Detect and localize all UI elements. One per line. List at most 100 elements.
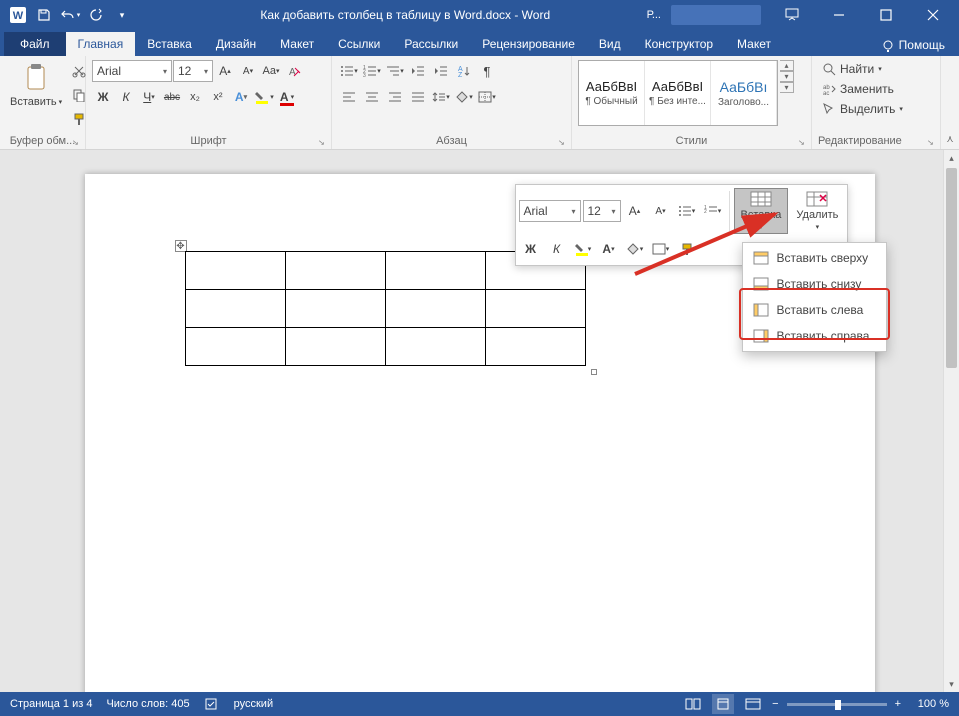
word-app-icon[interactable]: W [6, 3, 30, 27]
borders-icon[interactable]: ▾ [476, 86, 498, 108]
tab-insert[interactable]: Вставка [135, 32, 204, 56]
styles-gallery[interactable]: АаБбВвI¶ Обычный АаБбВвI¶ Без инте... Аа… [578, 60, 778, 126]
minimize-icon[interactable] [816, 0, 861, 30]
style-heading1[interactable]: АаБбВıЗаголово... [711, 61, 777, 125]
tab-references[interactable]: Ссылки [326, 32, 392, 56]
redo-icon[interactable] [84, 3, 108, 27]
tab-file[interactable]: Файл [4, 32, 66, 56]
mini-italic-button[interactable]: К [545, 238, 569, 260]
collapse-ribbon-icon[interactable]: ⋏ [941, 56, 959, 149]
tab-view[interactable]: Вид [587, 32, 633, 56]
tab-layout[interactable]: Макет [268, 32, 326, 56]
zoom-percent[interactable]: 100 % [909, 698, 949, 710]
mini-underline2-icon[interactable]: ▾ [571, 238, 595, 260]
italic-button[interactable]: К [115, 86, 137, 108]
align-center-icon[interactable] [361, 86, 383, 108]
scroll-down-icon[interactable]: ▾ [944, 676, 959, 692]
style-no-spacing[interactable]: АаБбВвI¶ Без инте... [645, 61, 711, 125]
mini-size-combo[interactable]: 12▾ [583, 200, 621, 222]
view-print-icon[interactable] [712, 694, 734, 714]
align-right-icon[interactable] [384, 86, 406, 108]
change-case-icon[interactable]: Aa▾ [260, 60, 282, 82]
superscript-button[interactable]: x² [207, 86, 229, 108]
mini-numbering-icon[interactable]: 12▾ [701, 200, 725, 222]
tab-mailings[interactable]: Рассылки [392, 32, 470, 56]
close-icon[interactable] [910, 0, 955, 30]
find-button[interactable]: Найти▾ [818, 60, 907, 78]
shading-icon[interactable]: ▾ [453, 86, 475, 108]
menu-insert-above[interactable]: Вставить сверху [745, 245, 884, 271]
style-normal[interactable]: АаБбВвI¶ Обычный [579, 61, 645, 125]
save-icon[interactable] [32, 3, 56, 27]
mini-bullets-icon[interactable]: ▾ [675, 200, 699, 222]
mini-delete-button[interactable]: Удалить ▾ [790, 189, 844, 233]
tab-design[interactable]: Дизайн [204, 32, 268, 56]
tell-me-icon[interactable]: Помощь [881, 38, 945, 52]
status-language[interactable]: русский [234, 698, 273, 710]
mini-bold-button[interactable]: Ж [519, 238, 543, 260]
multilevel-icon[interactable]: ▾ [384, 60, 406, 82]
line-spacing-icon[interactable]: ▾ [430, 86, 452, 108]
status-words[interactable]: Число слов: 405 [106, 698, 189, 710]
zoom-slider[interactable] [787, 703, 887, 706]
undo-icon[interactable]: ▾ [58, 3, 82, 27]
grow-font-icon[interactable]: A▴ [214, 60, 236, 82]
menu-insert-right[interactable]: Вставить справа [745, 323, 884, 349]
zoom-out-icon[interactable]: − [772, 698, 778, 710]
qat-customize-icon[interactable]: ▾ [110, 3, 134, 27]
shrink-font-icon[interactable]: A▾ [237, 60, 259, 82]
view-web-icon[interactable] [742, 694, 764, 714]
select-button[interactable]: Выделить▾ [818, 100, 907, 118]
mini-borders-icon[interactable]: ▾ [649, 238, 673, 260]
mini-insert-button[interactable]: Вставка ▾ [734, 188, 789, 234]
highlight-icon[interactable]: ▾ [253, 86, 275, 108]
replace-button[interactable]: abacЗаменить [818, 80, 907, 98]
status-spellcheck-icon[interactable] [204, 697, 220, 711]
mini-font-color-icon[interactable]: A▾ [597, 238, 621, 260]
tab-constructor[interactable]: Конструктор [633, 32, 725, 56]
bullets-icon[interactable]: ▾ [338, 60, 360, 82]
justify-icon[interactable] [407, 86, 429, 108]
paste-button[interactable]: Вставить▾ [6, 60, 66, 110]
scroll-thumb[interactable] [946, 168, 957, 368]
mini-grow-icon[interactable]: A▴ [623, 200, 647, 222]
text-effects-icon[interactable]: A▾ [230, 86, 252, 108]
styles-scroll[interactable]: ▴▾▾ [780, 60, 794, 93]
font-color-icon[interactable]: A▾ [276, 86, 298, 108]
tab-home[interactable]: Главная [66, 32, 136, 56]
zoom-in-icon[interactable]: + [895, 698, 901, 710]
sort-icon[interactable]: AZ [453, 60, 475, 82]
menu-insert-left[interactable]: Вставить слева [745, 297, 884, 323]
tab-review[interactable]: Рецензирование [470, 32, 587, 56]
subscript-button[interactable]: x₂ [184, 86, 206, 108]
document-page[interactable]: ✥ Arial▾ 12▾ A▴ A▾ ▾ 12▾ Вставка ▾ [85, 174, 875, 692]
mini-shading-icon[interactable]: ▾ [623, 238, 647, 260]
strike-button[interactable]: abc [161, 86, 183, 108]
align-left-icon[interactable] [338, 86, 360, 108]
increase-indent-icon[interactable] [430, 60, 452, 82]
decrease-indent-icon[interactable] [407, 60, 429, 82]
font-name-combo[interactable]: Arial▾ [92, 60, 172, 82]
vertical-scrollbar[interactable]: ▴ ▾ [943, 150, 959, 692]
maximize-icon[interactable] [863, 0, 908, 30]
font-size-combo[interactable]: 12▾ [173, 60, 213, 82]
insert-right-icon [753, 328, 769, 344]
mini-font-combo[interactable]: Arial▾ [519, 200, 581, 222]
mini-painter-icon[interactable] [675, 238, 699, 260]
show-marks-icon[interactable]: ¶ [476, 60, 498, 82]
view-read-icon[interactable] [682, 694, 704, 714]
scroll-up-icon[interactable]: ▴ [944, 150, 959, 166]
mini-shrink-icon[interactable]: A▾ [649, 200, 673, 222]
ribbon-options-icon[interactable] [769, 0, 814, 30]
table-resize-handle[interactable] [591, 369, 597, 375]
account-short[interactable]: Р... [645, 9, 663, 21]
clear-format-icon[interactable]: A [283, 60, 305, 82]
numbering-icon[interactable]: 123▾ [361, 60, 383, 82]
menu-insert-below[interactable]: Вставить снизу [745, 271, 884, 297]
status-page[interactable]: Страница 1 из 4 [10, 698, 92, 710]
account-name-placeholder[interactable] [671, 5, 761, 25]
underline-button[interactable]: Ч▾ [138, 86, 160, 108]
document-table[interactable] [185, 251, 586, 366]
tab-layout-table[interactable]: Макет [725, 32, 783, 56]
bold-button[interactable]: Ж [92, 86, 114, 108]
